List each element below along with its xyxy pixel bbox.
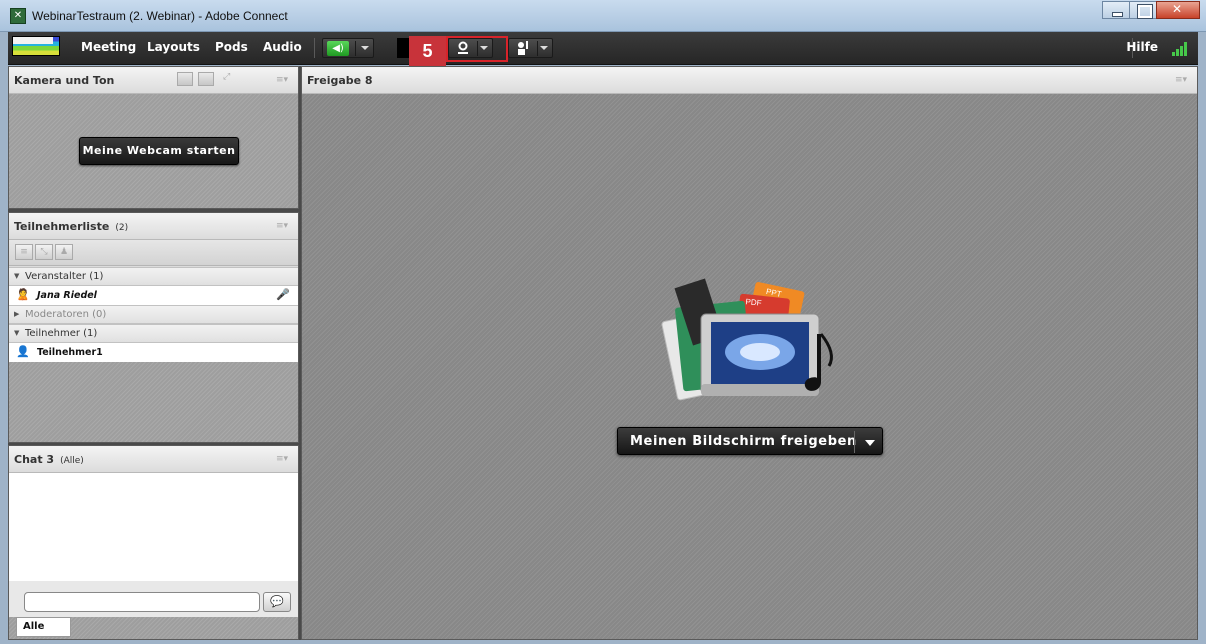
group-header-hosts[interactable]: ▼ Veranstalter (1)	[9, 267, 298, 286]
maximize-icon[interactable]	[1129, 1, 1157, 19]
speaker-button[interactable]: ◀)	[322, 38, 374, 58]
raise-hand-icon	[518, 41, 528, 55]
attendees-pod-title: Teilnehmerliste (2)	[14, 220, 128, 233]
attendees-pod-header: Teilnehmerliste (2) ≡▾	[9, 213, 298, 240]
minimize-icon[interactable]	[1102, 1, 1130, 19]
start-webcam-button[interactable]: Meine Webcam starten	[79, 137, 239, 165]
window-controls	[1102, 1, 1200, 19]
attendees-toolbar: ≡ ⤡ ♟	[9, 240, 298, 266]
pod-menu-icon[interactable]: ≡▾	[276, 455, 288, 464]
chat-pod-title: Chat 3 (Alle)	[14, 453, 84, 466]
meeting-area: Kamera und Ton ⤢ ≡▾ Meine Webcam starten…	[8, 66, 1198, 640]
window-titlebar: ✕ WebinarTestraum (2. Webinar) - Adobe C…	[0, 0, 1206, 32]
chat-pod-header: Chat 3 (Alle) ≡▾	[9, 446, 298, 473]
chat-scope: (Alle)	[60, 456, 84, 466]
share-content-icon: PPT PDF	[661, 278, 833, 401]
camera-pod-header: Kamera und Ton ⤢ ≡▾	[9, 67, 298, 94]
menu-meeting[interactable]: Meeting	[81, 40, 136, 54]
send-button[interactable]: 💬	[263, 592, 291, 612]
participant-icon: 👤	[16, 345, 30, 358]
window-title: WebinarTestraum (2. Webinar) - Adobe Con…	[32, 9, 288, 23]
share-pod-title: Freigabe 8	[307, 74, 373, 87]
microphone-icon: 🎤	[276, 288, 290, 301]
participant-row[interactable]: 👤 Teilnehmer1	[9, 343, 298, 362]
attendees-empty-area	[9, 362, 298, 442]
chat-messages	[9, 473, 298, 581]
triangle-right-icon: ▶	[14, 310, 20, 318]
dropdown-icon[interactable]	[865, 440, 875, 446]
menu-audio[interactable]: Audio	[263, 40, 302, 54]
send-icon: 💬	[270, 595, 284, 608]
app-icon: ✕	[10, 8, 26, 24]
speaker-icon: ◀)	[327, 41, 349, 56]
share-pod: Freigabe 8 ≡▾ PPT PDF Meinen Bildschirm …	[301, 66, 1198, 640]
close-icon[interactable]	[1156, 1, 1200, 19]
grid-view-icon[interactable]	[177, 72, 193, 86]
connect-logo	[12, 36, 60, 56]
pod-menu-icon[interactable]: ≡▾	[276, 76, 288, 85]
chevron-down-icon	[540, 46, 548, 50]
menu-pods[interactable]: Pods	[215, 40, 248, 54]
attendees-title: Teilnehmerliste	[14, 220, 110, 233]
menu-separator	[314, 38, 315, 58]
step-callout: 5	[409, 36, 446, 66]
highlight-frame	[446, 36, 508, 62]
group-header-participants[interactable]: ▼ Teilnehmer (1)	[9, 324, 298, 343]
host-icon: 🙎	[16, 288, 30, 301]
signal-icon	[1172, 42, 1190, 56]
fullscreen-icon[interactable]: ⤢	[223, 72, 239, 86]
expand-icon[interactable]: ⤡	[35, 244, 53, 260]
pdf-label: PDF	[745, 297, 762, 308]
raise-hand-button[interactable]	[508, 38, 553, 58]
triangle-down-icon: ▼	[14, 272, 20, 280]
divider	[854, 431, 855, 453]
attendees-pod: Teilnehmerliste (2) ≡▾ ≡ ⤡ ♟ ▼ Veranstalte…	[8, 212, 299, 443]
roles-icon[interactable]: ♟	[55, 244, 73, 260]
pod-menu-icon[interactable]: ≡▾	[1175, 76, 1187, 85]
adobe-connect-window: ✕ WebinarTestraum (2. Webinar) - Adobe C…	[0, 0, 1206, 644]
list-view-icon[interactable]: ≡	[15, 244, 33, 260]
share-pod-header: Freigabe 8 ≡▾	[302, 67, 1197, 94]
chevron-down-icon	[361, 46, 369, 50]
triangle-down-icon: ▼	[14, 329, 20, 337]
share-screen-button[interactable]: Meinen Bildschirm freigeben	[617, 427, 883, 455]
redacted-control	[397, 38, 409, 58]
menu-layouts[interactable]: Layouts	[147, 40, 200, 54]
chat-input[interactable]	[24, 592, 260, 612]
group-header-moderators[interactable]: ▶ Moderatoren (0)	[9, 305, 298, 324]
pod-menu-icon[interactable]: ≡▾	[276, 222, 288, 231]
camera-pod-title: Kamera und Ton	[14, 74, 115, 87]
chat-tab-all[interactable]: Alle	[16, 617, 71, 637]
share-screen-label: Meinen Bildschirm freigeben	[630, 434, 857, 449]
chat-title: Chat 3	[14, 453, 55, 466]
camera-pod: Kamera und Ton ⤢ ≡▾ Meine Webcam starten	[8, 66, 299, 209]
attendees-count: (2)	[115, 223, 129, 233]
help-menu[interactable]: Hilfe	[1126, 40, 1158, 54]
single-view-icon[interactable]	[198, 72, 214, 86]
menubar: Meeting Layouts Pods Audio ◀) 5 Hilfe	[8, 32, 1198, 66]
camera-area: Meine Webcam starten	[9, 94, 298, 208]
participant-row[interactable]: 🙎 Jana Riedel 🎤	[9, 286, 298, 305]
